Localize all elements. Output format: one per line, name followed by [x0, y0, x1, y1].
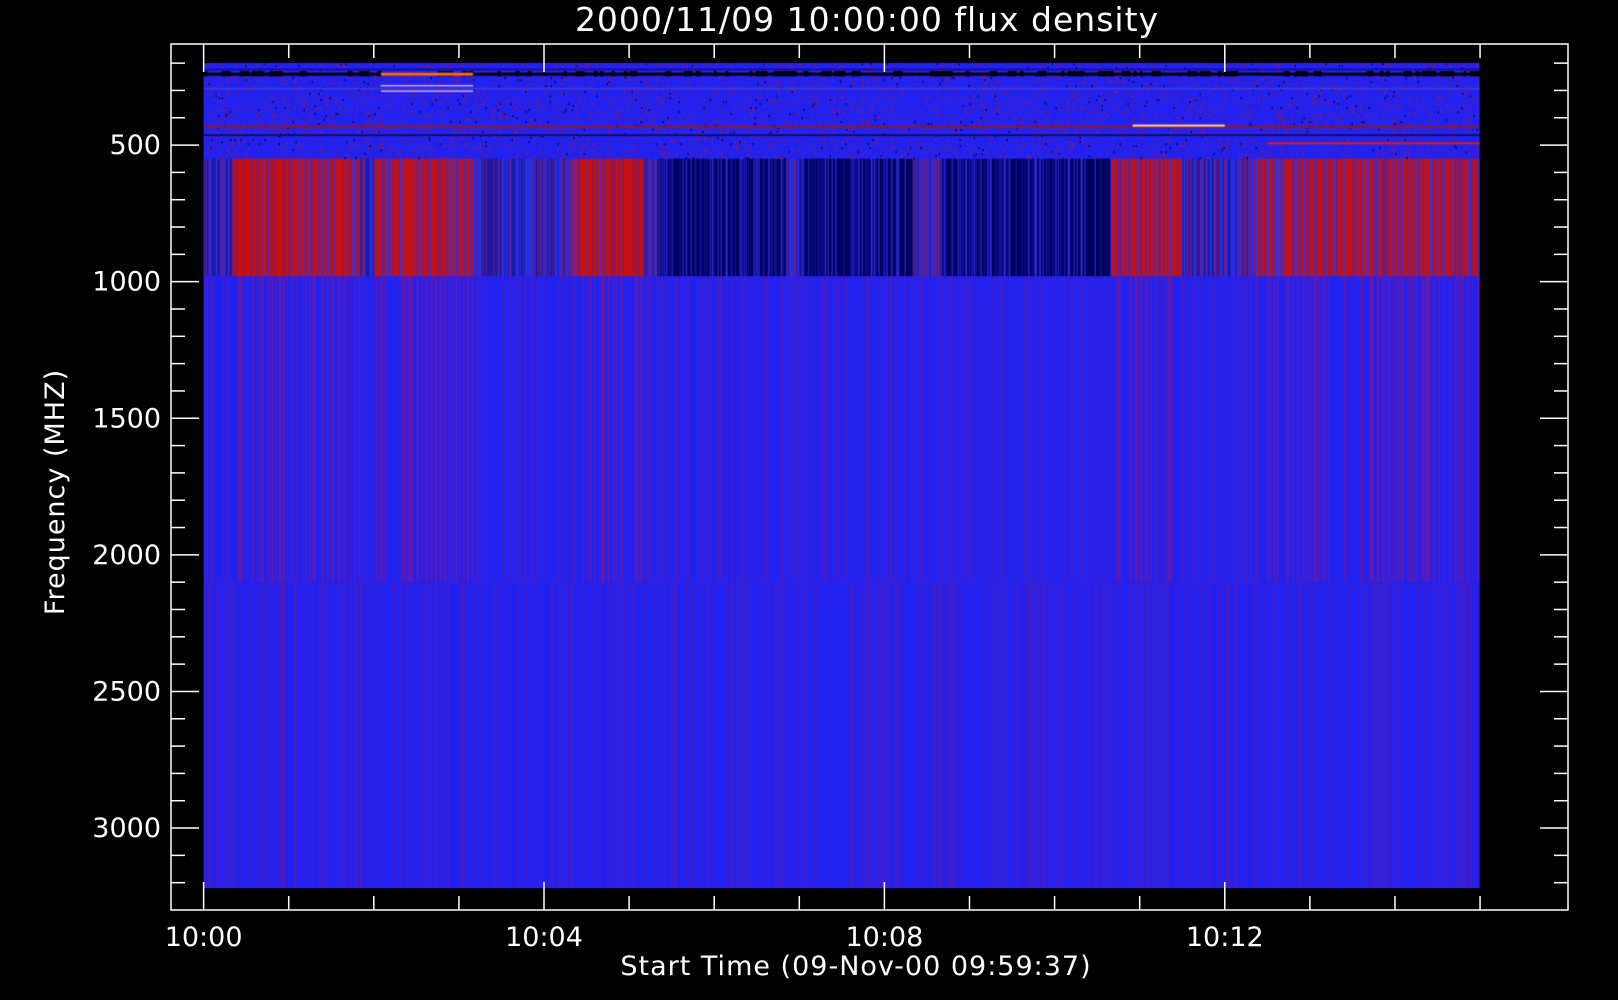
y-tick-label: 1500 — [92, 403, 161, 434]
spectrogram-figure: 2000/11/09 10:00:00 flux density 500 1000… — [0, 0, 1618, 1000]
x-axis-label: Start Time (09-Nov-00 09:59:37) — [620, 951, 1091, 982]
y-tick-label: 500 — [109, 130, 161, 161]
y-tick-label: 1000 — [92, 267, 161, 298]
x-tick-label: 10:04 — [505, 922, 583, 953]
y-tick-label: 3000 — [92, 813, 161, 844]
y-tick-label: 2500 — [92, 676, 161, 707]
heatmap-area — [203, 63, 1480, 889]
spectrogram-plot: 2000/11/09 10:00:00 flux density 500 1000… — [40, 0, 1569, 982]
x-tick-label: 10:08 — [845, 922, 923, 953]
chart-title: 2000/11/09 10:00:00 flux density — [575, 0, 1159, 39]
y-axis-label: Frequency (MHZ) — [40, 369, 71, 615]
spectrogram-image — [203, 63, 1480, 889]
y-tick-label: 2000 — [92, 540, 161, 571]
x-tick-label: 10:12 — [1186, 922, 1264, 953]
x-tick-label: 10:00 — [165, 922, 243, 953]
